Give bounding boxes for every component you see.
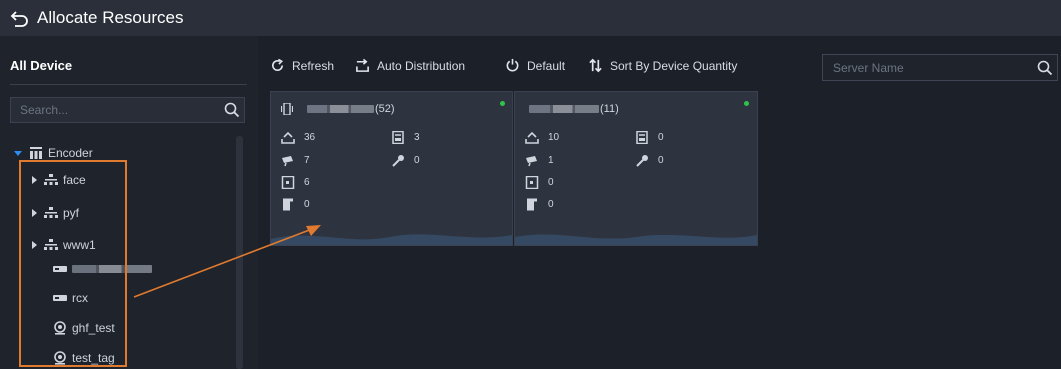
stat-tool: 0 bbox=[391, 154, 420, 167]
stat-value: 0 bbox=[304, 199, 310, 210]
refresh-button[interactable]: Refresh bbox=[270, 58, 334, 73]
refresh-icon bbox=[272, 58, 284, 71]
sort-icon bbox=[589, 58, 602, 73]
gate-icon bbox=[283, 198, 293, 211]
stat-gate: 0 bbox=[525, 198, 554, 211]
server-icon bbox=[281, 103, 293, 115]
card-wave-decoration bbox=[515, 234, 757, 245]
stat-encoder: 36 bbox=[281, 131, 315, 144]
device-panel-title: All Device bbox=[10, 58, 73, 73]
back-icon[interactable] bbox=[10, 8, 30, 28]
stat-storage: 3 bbox=[391, 131, 420, 144]
card-wave-decoration bbox=[271, 234, 512, 245]
stat-camera: 1 bbox=[525, 154, 554, 167]
device-search bbox=[10, 97, 245, 123]
stat-value: 6 bbox=[304, 177, 310, 188]
stat-tool: 0 bbox=[635, 154, 664, 167]
default-label: Default bbox=[527, 58, 566, 73]
storage-icon bbox=[636, 131, 648, 144]
tree-scrollbar[interactable] bbox=[236, 136, 243, 369]
stat-value: 0 bbox=[548, 199, 554, 210]
door-icon bbox=[281, 176, 295, 189]
auto-distribution-label: Auto Distribution bbox=[377, 58, 466, 73]
server-card[interactable]: (52) 36 3 7 0 6 0 bbox=[270, 91, 513, 246]
refresh-label: Refresh bbox=[292, 58, 335, 73]
encoder-icon bbox=[30, 147, 42, 159]
highlight-box bbox=[19, 160, 127, 367]
device-search-input[interactable] bbox=[11, 103, 224, 117]
power-icon bbox=[506, 58, 519, 72]
server-name-input[interactable] bbox=[823, 60, 1037, 75]
upload-icon bbox=[281, 131, 295, 144]
stat-value: 7 bbox=[304, 155, 310, 166]
stat-value: 0 bbox=[548, 177, 554, 188]
page-title: Allocate Resources bbox=[37, 8, 184, 27]
bullet-camera-icon bbox=[526, 156, 537, 167]
stat-value: 0 bbox=[658, 132, 664, 143]
door-icon bbox=[525, 176, 539, 189]
sort-button[interactable]: Sort By Device Quantity bbox=[588, 58, 737, 73]
storage-icon bbox=[392, 131, 404, 144]
upload-icon bbox=[525, 131, 539, 144]
search-icon[interactable] bbox=[224, 102, 240, 118]
stat-value: 10 bbox=[548, 132, 560, 143]
divider bbox=[10, 84, 247, 85]
redacted-name bbox=[307, 105, 374, 113]
auto-distribution-button[interactable]: Auto Distribution bbox=[355, 58, 465, 73]
expand-icon[interactable] bbox=[14, 150, 22, 156]
server-name: (11) bbox=[529, 103, 619, 115]
server-name: (52) bbox=[281, 103, 395, 115]
device-count: (11) bbox=[600, 103, 619, 115]
redacted-name bbox=[529, 105, 599, 113]
default-button[interactable]: Default bbox=[505, 58, 565, 73]
device-count: (52) bbox=[375, 103, 395, 115]
online-status-dot bbox=[500, 101, 505, 106]
stat-value: 0 bbox=[414, 155, 420, 166]
stat-value: 3 bbox=[414, 132, 420, 143]
server-search bbox=[822, 54, 1058, 81]
stat-value: 36 bbox=[304, 132, 316, 143]
stat-value: 0 bbox=[658, 155, 664, 166]
tool-icon bbox=[636, 155, 648, 167]
sort-label: Sort By Device Quantity bbox=[610, 58, 738, 73]
stat-gate: 0 bbox=[281, 198, 310, 211]
bullet-camera-icon bbox=[282, 156, 293, 167]
stat-storage: 0 bbox=[635, 131, 664, 144]
search-icon[interactable] bbox=[1037, 60, 1053, 76]
tool-icon bbox=[392, 155, 404, 167]
server-card[interactable]: (11) 10 0 1 0 0 0 bbox=[514, 91, 758, 246]
stat-value: 1 bbox=[548, 155, 554, 166]
title-bar: Allocate Resources bbox=[0, 0, 1061, 36]
stat-door: 6 bbox=[281, 176, 310, 189]
stat-camera: 7 bbox=[281, 154, 310, 167]
gate-icon bbox=[527, 198, 537, 211]
online-status-dot bbox=[744, 101, 749, 106]
auto-distribution-icon bbox=[356, 58, 369, 72]
stat-door: 0 bbox=[525, 176, 554, 189]
stat-encoder: 10 bbox=[525, 131, 559, 144]
tree-label: Encoder bbox=[48, 146, 93, 160]
